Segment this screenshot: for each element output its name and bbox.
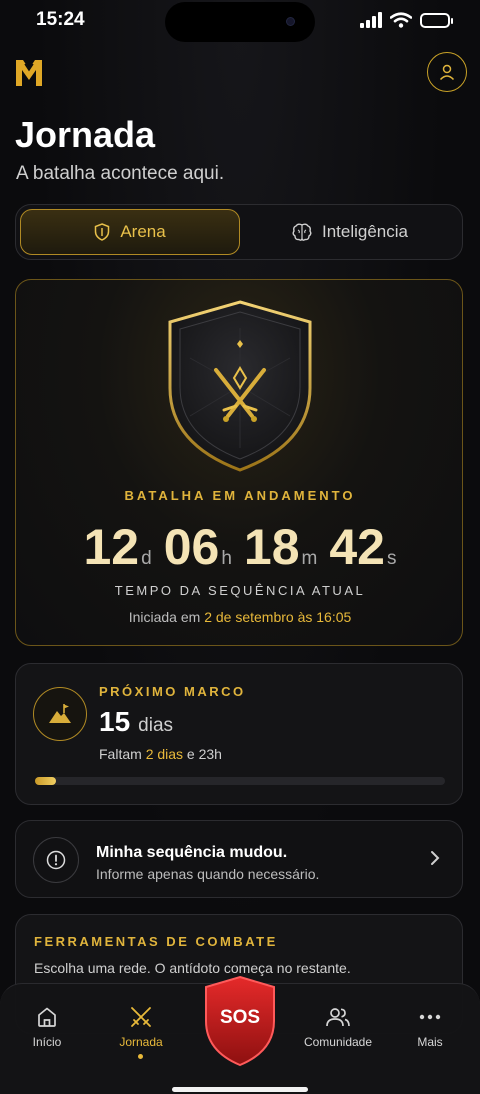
status-time: 15:24: [36, 9, 85, 30]
home-indicator: [172, 1087, 308, 1092]
crossed-swords-icon: [126, 1002, 156, 1032]
milestone-card: PRÓXIMO MARCO 15 dias Faltam 2 dias e 23…: [15, 663, 463, 805]
nav-label-comunidade: Comunidade: [303, 1035, 373, 1049]
segmented-tabs: Arena Inteligência: [15, 204, 463, 260]
battle-status: BATALHA EM ANDAMENTO: [124, 488, 356, 503]
active-indicator-dot: [138, 1054, 143, 1059]
sos-button[interactable]: SOS: [204, 975, 276, 1067]
milestone-progress-fill: [35, 777, 56, 785]
wifi-icon: [390, 12, 412, 28]
page-subtitle: A batalha acontece aqui.: [16, 163, 225, 184]
nav-label-mais: Mais: [417, 1035, 443, 1049]
tab-intelligence[interactable]: Inteligência: [240, 209, 460, 255]
brain-icon: [292, 223, 312, 241]
dynamic-island: [165, 2, 315, 42]
combat-tools-title: FERRAMENTAS DE COMBATE: [34, 934, 278, 949]
combat-tools-description: Escolha uma rede. O antídoto começa no r…: [34, 960, 351, 976]
tab-arena-label: Arena: [120, 222, 166, 241]
page-title: Jornada: [15, 114, 156, 155]
more-icon: [415, 1002, 445, 1032]
timer-hours-unit: h: [221, 548, 232, 569]
milestone-progress-bar: [35, 777, 445, 785]
mountain-flag-icon: [33, 687, 87, 741]
streak-timer: 12 d 06 h 18 m 42 s: [16, 518, 464, 576]
sos-label: SOS: [219, 1007, 261, 1028]
nav-label-jornada: Jornada: [119, 1035, 163, 1049]
chevron-right-icon: [431, 851, 440, 865]
streak-changed-card[interactable]: Minha sequência mudou. Informe apenas qu…: [15, 820, 463, 898]
milestone-label: PRÓXIMO MARCO: [99, 684, 246, 699]
nav-label-inicio: Início: [32, 1035, 62, 1049]
status-icons: [360, 10, 453, 30]
timer-hours: 06: [163, 519, 220, 575]
status-bar: 15:24: [0, 0, 480, 44]
signal-icon: [360, 12, 382, 28]
tab-intelligence-label: Inteligência: [321, 222, 408, 241]
streak-changed-subtitle: Informe apenas quando necessário.: [96, 866, 320, 882]
timer-minutes-unit: m: [301, 548, 318, 569]
logo-icon: [16, 60, 42, 86]
user-icon: [439, 64, 455, 81]
timer-days: 12: [83, 519, 140, 575]
community-icon: [323, 1002, 353, 1032]
profile-button[interactable]: [427, 52, 467, 92]
alert-icon: [33, 837, 79, 883]
timer-seconds-unit: s: [386, 548, 397, 569]
home-icon: [32, 1002, 62, 1032]
shield-icon: [95, 223, 110, 241]
timer-minutes: 18: [243, 519, 300, 575]
battle-card: BATALHA EM ANDAMENTO 12 d 06 h 18 m 42 s…: [15, 279, 463, 646]
tab-arena[interactable]: Arena: [20, 209, 240, 255]
streak-changed-title: Minha sequência mudou.: [96, 844, 288, 861]
milestone-value: 15 dias: [99, 706, 174, 737]
timer-label: TEMPO DA SEQUÊNCIA ATUAL: [114, 583, 366, 598]
battery-icon: [420, 12, 453, 28]
shield-emblem-icon: [168, 300, 312, 472]
started-date: Iniciada em 2 de setembro às 16:05: [128, 609, 352, 625]
timer-days-unit: d: [141, 548, 152, 569]
milestone-remaining: Faltam 2 dias e 23h: [99, 746, 222, 762]
timer-seconds: 42: [329, 519, 385, 575]
app-screen: 15:24 Jornada A batalha acontece aqui. A…: [0, 0, 480, 1094]
